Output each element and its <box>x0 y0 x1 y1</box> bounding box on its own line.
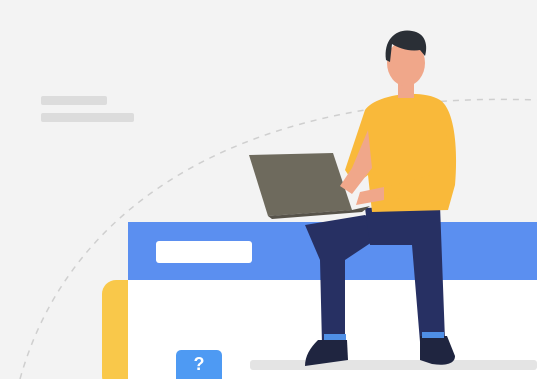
decor-line-short <box>41 96 107 105</box>
illustration-svg <box>19 30 537 379</box>
person-sock-right <box>422 332 444 338</box>
laptop-icon <box>249 153 352 216</box>
content-line <box>250 360 537 370</box>
illustration-scene: ? <box>0 0 537 379</box>
help-icon <box>176 350 222 379</box>
decor-line-long <box>41 113 134 122</box>
address-bar <box>156 241 252 263</box>
person-sock-left <box>324 334 346 340</box>
